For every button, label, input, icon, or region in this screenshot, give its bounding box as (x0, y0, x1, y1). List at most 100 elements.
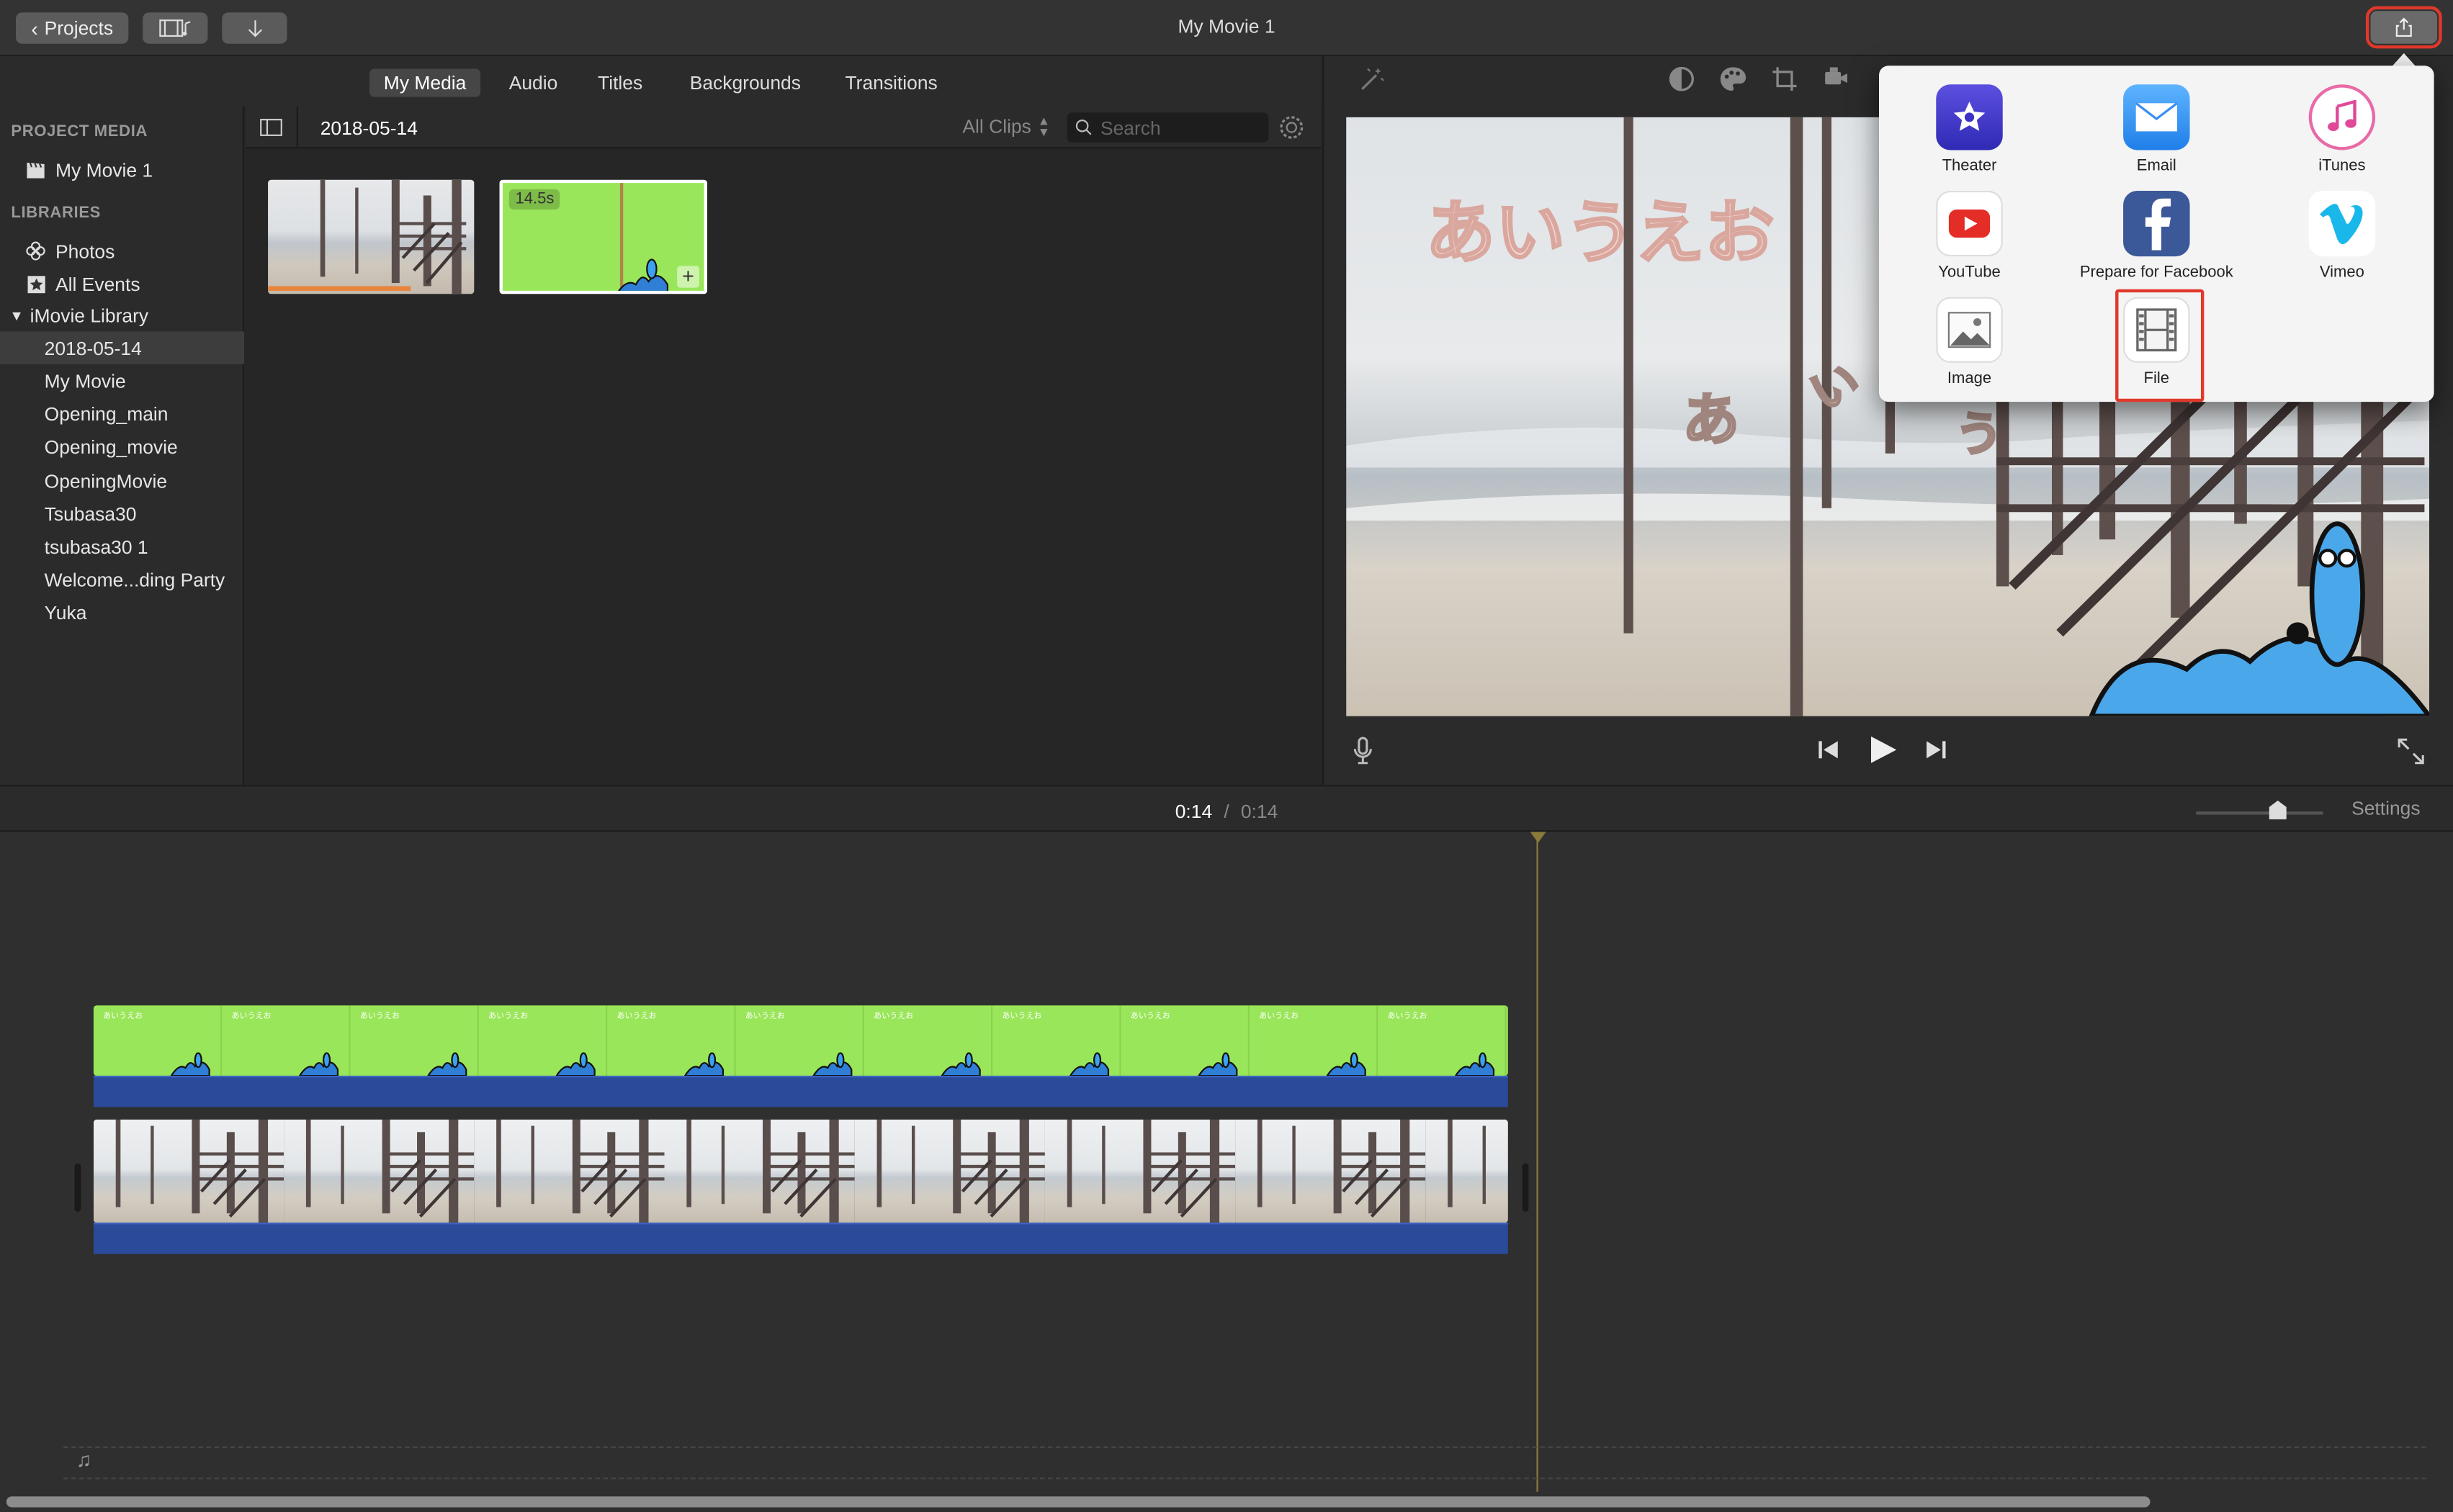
mascot-icon (427, 1052, 467, 1076)
mascot-icon (941, 1052, 981, 1076)
frame-title-text: あいうえお (359, 1012, 400, 1022)
share-facebook-button[interactable]: Prepare for Facebook (2069, 190, 2243, 282)
share-email-button[interactable]: Email (2069, 84, 2243, 175)
skip-back-button[interactable] (1817, 739, 1839, 768)
window-title: My Movie 1 (1178, 15, 1275, 38)
trim-handle-left[interactable] (74, 1163, 81, 1212)
sidebar-event-item[interactable]: tsubasa30 1 (0, 530, 244, 563)
title-overlay-clip[interactable]: あいうえお あいうえお あいうえお あいうえお あいうえお あいうえお あいうえお あいうえお… (93, 1005, 1508, 1076)
zoom-slider-track[interactable] (2196, 811, 2323, 815)
color-balance-button[interactable] (1668, 66, 1695, 100)
facebook-icon (2123, 190, 2190, 257)
clip-thumbnail-beach[interactable] (268, 179, 475, 294)
sidebar-event-item[interactable]: Tsubasa30 (0, 498, 244, 531)
clip-thumbnail-title[interactable]: 14.5s + (499, 179, 707, 294)
title-overlay-frame: あいうえお (94, 1005, 223, 1076)
share-itunes-button[interactable]: iTunes (2255, 84, 2429, 175)
title-overlay-frame: あいうえお (222, 1005, 351, 1076)
sidebar-item-project[interactable]: My Movie 1 (0, 153, 244, 186)
email-icon (2123, 84, 2190, 150)
skip-forward-icon (1927, 741, 1946, 759)
beach-pier-image (876, 1119, 1045, 1223)
title-overlay-frame: あいうえお (607, 1005, 736, 1076)
timeline-scrollbar[interactable] (6, 1496, 2151, 1508)
clip-filter-select[interactable]: All Clips ▲ ▼ (962, 115, 1050, 139)
tab-backgrounds[interactable]: Backgrounds (676, 69, 815, 97)
play-button[interactable] (1870, 735, 1898, 773)
beach-pier-image (496, 1119, 665, 1223)
beach-pier-image (1448, 1119, 1486, 1207)
enhance-button[interactable] (1358, 66, 1386, 102)
music-track[interactable]: ♫ (63, 1446, 2426, 1480)
share-item-label: Image (1947, 370, 1992, 388)
current-time: 0:14 (1175, 800, 1213, 823)
title-overlay-frame: あいうえお (1250, 1005, 1378, 1076)
tab-my-media[interactable]: My Media (369, 68, 481, 97)
project-media-heading: PROJECT MEDIA (11, 123, 148, 141)
library-sidebar: PROJECT MEDIA My Movie 1 LIBRARIES Photo… (0, 106, 245, 786)
tab-titles[interactable]: Titles (583, 69, 657, 97)
playhead-marker (1530, 832, 1546, 843)
sidebar-event-item[interactable]: Welcome...ding Party (0, 563, 244, 596)
microphone-icon (1353, 737, 1372, 765)
sidebar-item-label: My Movie 1 (55, 158, 153, 181)
sidebar-event-item[interactable]: My Movie (0, 364, 244, 397)
tab-transitions[interactable]: Transitions (831, 69, 952, 97)
fullscreen-button[interactable] (2398, 738, 2424, 773)
clip-used-indicator (268, 286, 411, 291)
itunes-icon (2308, 84, 2376, 150)
sidebar-event-item[interactable]: Yuka (0, 595, 244, 629)
mascot-icon (683, 1052, 725, 1076)
total-time: 0:14 (1240, 800, 1278, 823)
share-vimeo-button[interactable]: Vimeo (2255, 190, 2429, 282)
skip-forward-button[interactable] (1925, 739, 1947, 768)
frame-title-text: あいうえお (1259, 1012, 1299, 1022)
frame-title-text: あいうえお (1387, 1012, 1427, 1022)
timeline-area: あいうえお あいうえお あいうえお あいうえお あいうえお あいうえお あいうえお あいうえお… (0, 832, 2453, 1512)
overlay-title-text: あいうえお (1425, 194, 1776, 274)
sidebar-toggle-button[interactable] (246, 106, 298, 149)
beach-pier-image (320, 179, 467, 294)
timeline-settings-button[interactable]: Settings (2351, 798, 2420, 819)
title-overlay-audio (93, 1076, 1508, 1107)
stabilization-button[interactable] (1824, 67, 1849, 96)
crop-button[interactable] (1771, 66, 1798, 100)
share-youtube-button[interactable]: YouTube (1882, 190, 2056, 282)
sidebar-event-item[interactable]: Opening_main (0, 397, 244, 431)
sidebar-library-disclosure[interactable]: ▼ iMovie Library (0, 299, 244, 332)
crop-icon (1772, 67, 1797, 91)
title-overlay-frame: あいうえお (992, 1005, 1121, 1076)
share-image-button[interactable]: Image (1882, 297, 2056, 388)
color-correction-button[interactable] (1719, 66, 1748, 100)
share-theater-button[interactable]: Theater (1882, 84, 2056, 175)
palette-icon (1720, 67, 1746, 91)
title-overlay-frame: あいうえお (1121, 1005, 1250, 1076)
frame-title-text: あいうえお (874, 1012, 914, 1022)
playhead[interactable] (1536, 838, 1538, 1492)
beach-pier-image (686, 1119, 855, 1223)
add-clip-button[interactable]: + (677, 266, 699, 288)
sidebar-event-item[interactable]: 2018-05-14 (0, 331, 245, 365)
share-button[interactable] (2365, 6, 2442, 49)
mascot-icon (1069, 1052, 1110, 1076)
search-field[interactable]: Search (1067, 112, 1269, 143)
video-clip-audio (93, 1223, 1508, 1254)
sidebar-event-item[interactable]: OpeningMovie (0, 464, 244, 498)
gear-icon (1280, 116, 1304, 139)
video-frame (664, 1119, 855, 1223)
timeline-header: 0:14 / 0:14 Settings (0, 785, 2453, 832)
sidebar-event-item[interactable]: Opening_movie (0, 430, 244, 463)
sidebar-toggle-icon (260, 119, 282, 136)
disclosure-triangle-icon: ▼ (9, 307, 24, 323)
title-overlay-frame: あいうえお (736, 1005, 864, 1076)
trim-handle-right[interactable] (1522, 1163, 1529, 1212)
tab-audio[interactable]: Audio (495, 69, 572, 97)
frame-title-text: あいうえお (103, 1012, 143, 1022)
browser-settings-button[interactable] (1278, 114, 1305, 149)
video-clip[interactable] (93, 1119, 1508, 1223)
sidebar-item-label: Photos (55, 240, 115, 262)
sidebar-item-photos[interactable]: Photos (0, 235, 244, 268)
time-display: 0:14 / 0:14 (0, 801, 2453, 822)
sidebar-item-all-events[interactable]: All Events (0, 267, 244, 300)
voiceover-button[interactable] (1353, 737, 1373, 773)
